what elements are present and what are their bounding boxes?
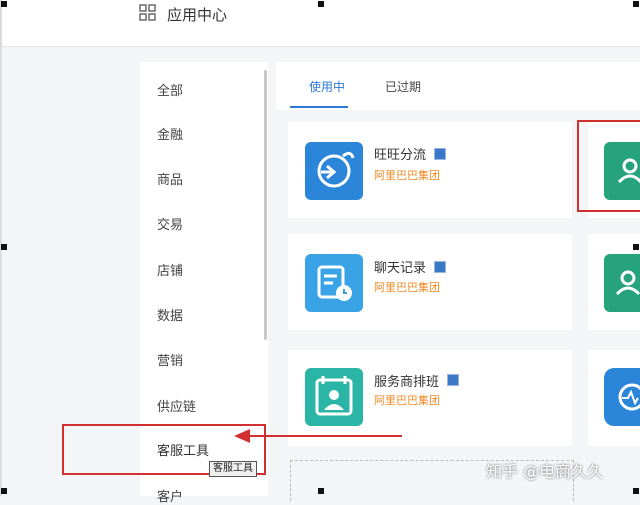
tab-expired[interactable]: 已过期 xyxy=(385,78,421,95)
tab-bar: 使用中 已过期 xyxy=(276,62,640,110)
resize-handle[interactable] xyxy=(633,488,639,494)
resize-handle[interactable] xyxy=(318,1,324,7)
resize-handle[interactable] xyxy=(318,488,324,494)
app-name: 旺旺分流 xyxy=(374,148,427,163)
top-bar: 应用中心 xyxy=(0,0,640,47)
schedule-icon xyxy=(305,368,363,426)
app-name: 服务商排班 xyxy=(374,375,440,390)
sidebar-item-shop[interactable]: 店铺 xyxy=(157,260,183,279)
sidebar-item-data[interactable]: 数据 xyxy=(157,305,183,324)
chat-record-icon xyxy=(305,254,363,312)
tab-in-use[interactable]: 使用中 xyxy=(309,78,345,95)
official-badge-icon xyxy=(434,261,446,273)
app-card-partial[interactable] xyxy=(588,350,640,446)
app-publisher: 阿里巴巴集团 xyxy=(374,394,440,407)
annotation-arrow-icon xyxy=(234,429,402,443)
watermark: 知乎 @电商久久 xyxy=(486,462,604,481)
user-group-icon xyxy=(604,254,640,312)
monitor-icon xyxy=(604,368,640,426)
sidebar-item-all[interactable]: 全部 xyxy=(157,80,183,99)
wangwang-icon xyxy=(305,142,363,200)
resize-handle[interactable] xyxy=(633,244,639,250)
resize-handle[interactable] xyxy=(1,488,7,494)
grid-icon xyxy=(139,4,156,21)
sidebar-item-marketing[interactable]: 营销 xyxy=(157,350,183,369)
app-publisher: 阿里巴巴集团 xyxy=(374,281,440,294)
resize-handle[interactable] xyxy=(1,1,7,7)
page-title: 应用中心 xyxy=(167,6,228,24)
app-name: 聊天记录 xyxy=(374,261,427,276)
app-card[interactable]: 旺旺分流 阿里巴巴集团 xyxy=(288,122,572,218)
sidebar-item-finance[interactable]: 金融 xyxy=(157,124,183,143)
app-publisher: 阿里巴巴集团 xyxy=(374,169,440,182)
sidebar-item-supply-chain[interactable]: 供应链 xyxy=(157,396,196,415)
sidebar-item-trade[interactable]: 交易 xyxy=(157,214,183,233)
tooltip: 客服工具 xyxy=(209,461,257,477)
resize-handle[interactable] xyxy=(1,244,7,250)
sidebar-scrollbar[interactable] xyxy=(264,70,267,340)
app-card[interactable]: 聊天记录 阿里巴巴集团 xyxy=(288,234,572,330)
annotation-box-right xyxy=(577,120,640,212)
active-tab-indicator xyxy=(290,106,348,108)
official-badge-icon xyxy=(447,374,459,386)
sidebar-item-goods[interactable]: 商品 xyxy=(157,169,183,188)
resize-handle[interactable] xyxy=(633,1,639,7)
official-badge-icon xyxy=(434,148,446,160)
